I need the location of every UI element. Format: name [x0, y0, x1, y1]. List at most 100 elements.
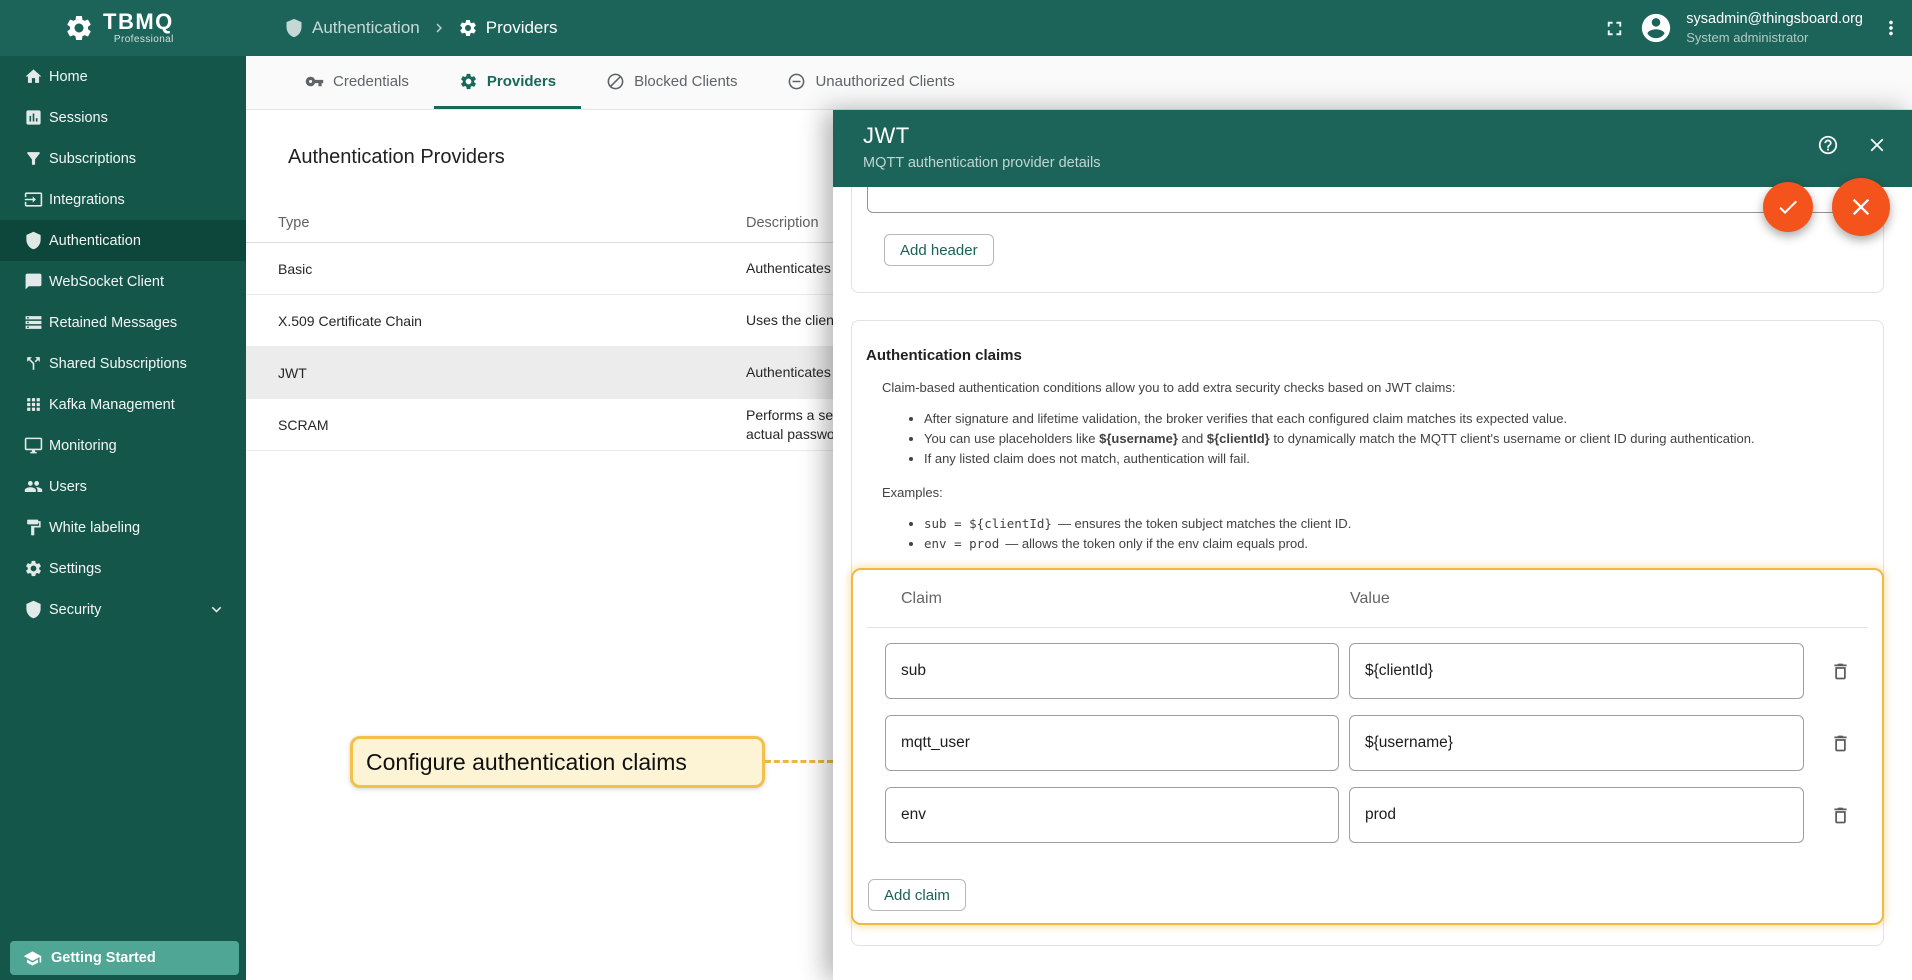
tab-providers[interactable]: Providers	[434, 56, 581, 109]
claims-bullet: If any listed claim does not match, auth…	[924, 449, 1853, 469]
sidebar-item-authentication[interactable]: Authentication	[0, 220, 246, 261]
sidebar-item-users[interactable]: Users	[0, 466, 246, 507]
sidebar-item-security[interactable]: Security	[0, 589, 246, 630]
sidebar-item-label: Retained Messages	[49, 315, 177, 331]
app-name: TBMQ	[103, 11, 174, 33]
breadcrumb-section-label: Authentication	[312, 18, 420, 38]
help-icon	[1817, 134, 1839, 156]
example-item: sub = ${clientId}— ensures the token sub…	[924, 514, 1853, 534]
sidebar-item-home[interactable]: Home	[0, 56, 246, 97]
cell-type: X.509 Certificate Chain	[278, 313, 746, 329]
claim-input[interactable]	[885, 715, 1339, 771]
topbar-actions: sysadmin@thingsboard.org System administ…	[1603, 0, 1902, 56]
delete-claim-button[interactable]	[1818, 793, 1862, 837]
subscriptions-icon	[24, 149, 43, 168]
breadcrumb-authentication[interactable]: Authentication	[284, 18, 420, 38]
claim-row	[885, 787, 1882, 843]
breadcrumb-page-label: Providers	[486, 18, 558, 38]
credentials-key-icon	[305, 72, 324, 91]
cell-type: Basic	[278, 261, 746, 277]
sidebar-item-label: Home	[49, 69, 88, 85]
sidebar-item-shared-subscriptions[interactable]: Shared Subscriptions	[0, 343, 246, 384]
trash-icon	[1830, 733, 1851, 754]
sessions-icon	[24, 108, 43, 127]
sidebar-item-retained-messages[interactable]: Retained Messages	[0, 302, 246, 343]
close-icon	[1847, 193, 1875, 221]
tab-label: Blocked Clients	[634, 73, 737, 90]
user-email: sysadmin@thingsboard.org	[1686, 11, 1863, 28]
sidebar-item-integrations[interactable]: Integrations	[0, 179, 246, 220]
drawer-body: Add header Authentication claims Claim-b…	[833, 187, 1912, 980]
chevron-right-icon	[430, 19, 448, 37]
gear-icon	[458, 18, 478, 38]
tab-credentials[interactable]: Credentials	[280, 56, 434, 109]
sidebar-item-settings[interactable]: Settings	[0, 548, 246, 589]
trash-icon	[1830, 805, 1851, 826]
discard-changes-fab[interactable]	[1832, 178, 1890, 236]
delete-claim-button[interactable]	[1818, 721, 1862, 765]
jwt-details-drawer: JWT MQTT authentication provider details…	[833, 110, 1912, 980]
claim-column-header: Claim	[901, 590, 942, 608]
sidebar-item-label: Integrations	[49, 192, 125, 208]
check-icon	[1776, 195, 1800, 219]
white-labeling-icon	[24, 518, 43, 537]
fullscreen-button[interactable]	[1603, 17, 1626, 40]
callout-connector	[765, 760, 833, 763]
sidebar-item-label: Authentication	[49, 233, 141, 249]
help-button[interactable]	[1817, 134, 1839, 156]
tab-blocked-clients[interactable]: Blocked Clients	[581, 56, 762, 109]
sidebar-item-label: Monitoring	[49, 438, 117, 454]
app-logo-text: TBMQ Professional	[103, 11, 174, 45]
auth-tabs: Credentials Providers Blocked Clients Un…	[246, 56, 1912, 110]
value-input[interactable]	[1349, 643, 1804, 699]
apply-changes-fab[interactable]	[1763, 182, 1813, 232]
close-drawer-button[interactable]	[1866, 134, 1888, 156]
examples-label: Examples:	[882, 483, 1853, 502]
user-avatar[interactable]	[1639, 11, 1673, 45]
claim-input[interactable]	[885, 787, 1339, 843]
claims-bullet-list: After signature and lifetime validation,…	[852, 409, 1883, 469]
drawer-header: JWT MQTT authentication provider details	[833, 110, 1912, 187]
claim-row	[885, 715, 1882, 771]
sidebar-item-kafka-management[interactable]: Kafka Management	[0, 384, 246, 425]
add-claim-button[interactable]: Add claim	[868, 879, 966, 911]
authentication-shield-icon	[24, 231, 43, 250]
sidebar-item-sessions[interactable]: Sessions	[0, 97, 246, 138]
cell-type: SCRAM	[278, 417, 746, 433]
add-header-button[interactable]: Add header	[884, 234, 994, 266]
sidebar-item-subscriptions[interactable]: Subscriptions	[0, 138, 246, 179]
value-input[interactable]	[1349, 715, 1804, 771]
column-type: Type	[278, 215, 746, 231]
sidebar-item-websocket-client[interactable]: WebSocket Client	[0, 261, 246, 302]
close-icon	[1866, 134, 1888, 156]
more-menu-button[interactable]	[1880, 17, 1902, 39]
getting-started-button[interactable]: Getting Started	[10, 941, 239, 975]
trash-icon	[1830, 661, 1851, 682]
clipped-header-input[interactable]	[867, 187, 1872, 213]
sidebar-item-monitoring[interactable]: Monitoring	[0, 425, 246, 466]
claims-table-header: Claim Value	[853, 570, 1882, 628]
examples-list: sub = ${clientId}— ensures the token sub…	[852, 514, 1883, 554]
security-shield-icon	[24, 600, 43, 619]
authentication-claims-card: Authentication claims Claim-based authen…	[851, 320, 1884, 946]
monitoring-icon	[24, 436, 43, 455]
app-logo[interactable]: TBMQ Professional	[0, 0, 246, 56]
unauthorized-clients-icon	[787, 72, 806, 91]
tab-unauthorized-clients[interactable]: Unauthorized Clients	[762, 56, 979, 109]
claim-row	[885, 643, 1882, 699]
claim-input[interactable]	[885, 643, 1339, 699]
sidebar-item-label: Subscriptions	[49, 151, 136, 167]
headers-card: Add header	[851, 187, 1884, 293]
value-input[interactable]	[1349, 787, 1804, 843]
drawer-header-actions	[1817, 134, 1888, 156]
breadcrumb-providers[interactable]: Providers	[458, 18, 558, 38]
kebab-icon	[1880, 17, 1902, 39]
delete-claim-button[interactable]	[1818, 649, 1862, 693]
tab-label: Providers	[487, 73, 556, 90]
claims-bullet: You can use placeholders like ${username…	[924, 429, 1853, 449]
sidebar-item-white-labeling[interactable]: White labeling	[0, 507, 246, 548]
retained-messages-icon	[24, 313, 43, 332]
drawer-title: JWT	[863, 123, 1912, 149]
fullscreen-icon	[1603, 17, 1626, 40]
claims-table-highlight: Claim Value	[851, 568, 1884, 925]
